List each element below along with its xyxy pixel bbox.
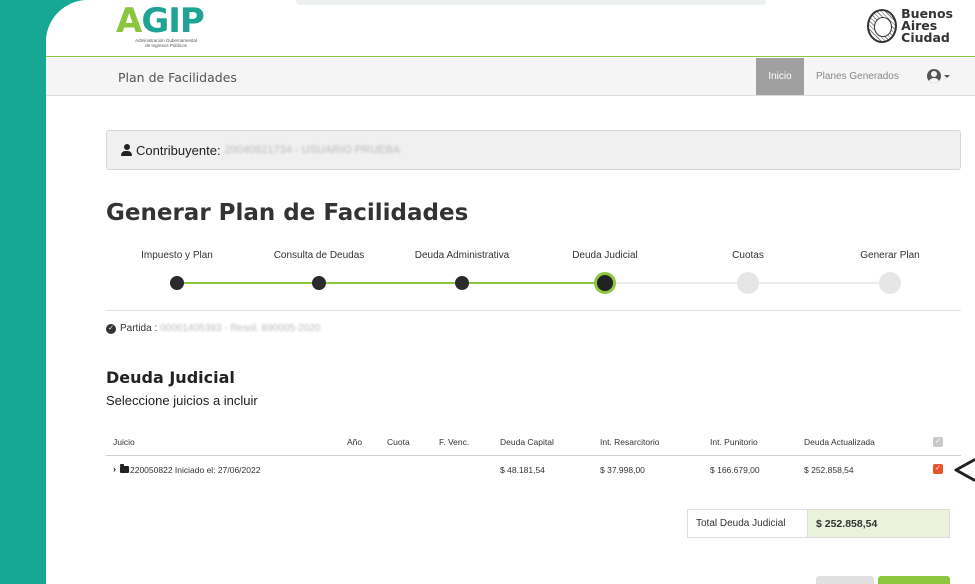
section-title: Deuda Judicial xyxy=(106,368,235,387)
cell-int-resarcitorio: $ 37.998,00 xyxy=(600,465,645,475)
cell-juicio: 220050822 Iniciado el: 27/06/2022 xyxy=(130,465,261,475)
site-header: AGIP Administración Gubernamental de Ing… xyxy=(46,0,975,57)
user-circle-icon xyxy=(927,69,941,83)
top-bar-shadow xyxy=(296,0,766,5)
cell-int-punitorio: $ 166.679,00 xyxy=(710,465,760,475)
step-dot-done xyxy=(170,276,184,290)
col-anio[interactable]: Año xyxy=(347,437,362,447)
select-all-checkbox[interactable]: ✓ xyxy=(933,437,943,447)
buenos-aires-logo: Buenos Aires Ciudad xyxy=(867,6,953,45)
total-label: Total Deuda Judicial xyxy=(688,510,808,537)
table-header: Juicio Año Cuota F. Venc. Deuda Capital … xyxy=(106,428,961,456)
contribuyente-value: 20040621734 - USUARIO PRUEBA xyxy=(224,144,401,156)
city-seal-icon xyxy=(867,9,898,43)
pointer-arrow-icon xyxy=(954,458,975,482)
check-circle-icon: ✓ xyxy=(106,323,116,334)
navbar: Plan de Facilidades Inicio Planes Genera… xyxy=(46,58,975,96)
step-impuesto-y-plan[interactable]: Impuesto y Plan xyxy=(107,250,247,290)
juicios-table: Juicio Año Cuota F. Venc. Deuda Capital … xyxy=(106,428,961,484)
col-deuda-capital[interactable]: Deuda Capital xyxy=(500,437,554,447)
chevron-down-icon xyxy=(944,74,950,78)
col-int-resarcitorio[interactable]: Int. Resarcitorio xyxy=(600,437,660,447)
wizard-stepper: Impuesto y Plan Consulta de Deudas Deuda… xyxy=(106,250,961,300)
table-row[interactable]: › 220050822 Iniciado el: 27/06/2022 $ 48… xyxy=(106,456,961,484)
step-dot-current xyxy=(594,272,616,294)
partida-value: 00001405393 - Resol. 890005-2020 xyxy=(160,323,321,334)
back-button[interactable] xyxy=(816,576,874,584)
user-icon xyxy=(121,144,132,156)
step-cuotas[interactable]: Cuotas xyxy=(678,250,818,294)
step-deuda-judicial[interactable]: Deuda Judicial xyxy=(535,250,675,294)
agip-logo[interactable]: AGIP Administración Gubernamental de Ing… xyxy=(116,4,226,52)
step-dot-pending xyxy=(879,272,901,294)
navbar-brand[interactable]: Plan de Facilidades xyxy=(118,70,237,85)
step-dot-pending xyxy=(737,272,759,294)
col-juicio[interactable]: Juicio xyxy=(113,437,135,447)
step-dot-done xyxy=(312,276,326,290)
step-dot-done xyxy=(455,276,469,290)
total-value: $ 252.858,54 xyxy=(808,510,949,537)
col-int-punitorio[interactable]: Int. Punitorio xyxy=(710,437,758,447)
stepper-progress-line xyxy=(177,282,605,284)
folder-icon xyxy=(120,464,129,473)
logo-wordmark: AGIP xyxy=(116,1,205,41)
cell-deuda-capital: $ 48.181,54 xyxy=(500,465,545,475)
row-select-checkbox[interactable]: ✓ xyxy=(933,464,943,474)
section-divider xyxy=(106,310,961,311)
col-deuda-actualizada[interactable]: Deuda Actualizada xyxy=(804,437,875,447)
step-deuda-administrativa[interactable]: Deuda Administrativa xyxy=(392,250,532,290)
partida-info: ✓ Partida : 00001405393 - Resol. 890005-… xyxy=(106,323,320,334)
contribuyente-label: Contribuyente: xyxy=(136,142,221,158)
city-name: Buenos Aires Ciudad xyxy=(901,6,953,45)
section-subtitle: Seleccione juicios a incluir xyxy=(106,393,258,408)
step-consulta-de-deudas[interactable]: Consulta de Deudas xyxy=(249,250,389,290)
nav-item-planes-generados[interactable]: Planes Generados xyxy=(816,71,899,82)
page-title: Generar Plan de Facilidades xyxy=(106,200,469,226)
user-menu-button[interactable] xyxy=(927,69,950,83)
contribuyente-panel: Contribuyente: 20040621734 - USUARIO PRU… xyxy=(106,130,961,170)
app-window: AGIP Administración Gubernamental de Ing… xyxy=(46,0,975,584)
chevron-right-icon[interactable]: › xyxy=(113,464,116,474)
col-cuota[interactable]: Cuota xyxy=(387,437,410,447)
partida-label: Partida : xyxy=(120,323,158,334)
nav-item-inicio[interactable]: Inicio xyxy=(756,58,804,95)
next-button[interactable] xyxy=(878,576,950,584)
total-deuda-judicial: Total Deuda Judicial $ 252.858,54 xyxy=(687,509,950,538)
cell-deuda-actualizada: $ 252.858,54 xyxy=(804,465,854,475)
step-generar-plan[interactable]: Generar Plan xyxy=(820,250,960,294)
col-fvenc[interactable]: F. Venc. xyxy=(439,437,469,447)
